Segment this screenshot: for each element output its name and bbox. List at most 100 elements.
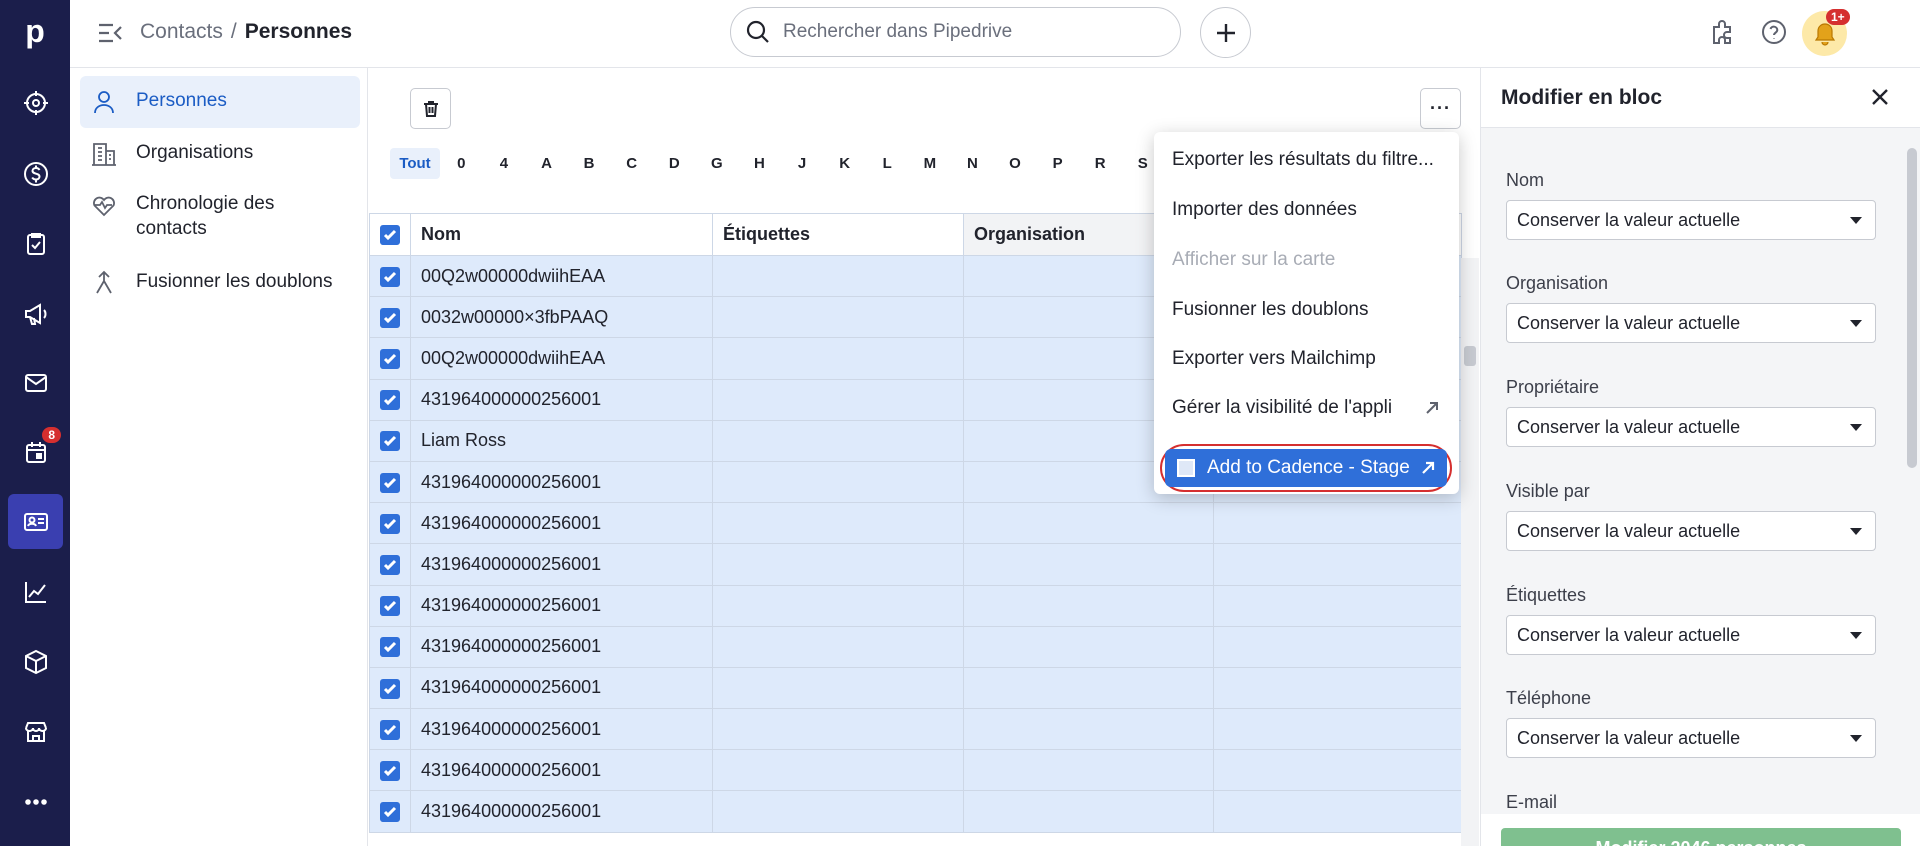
rail-leads-icon[interactable] xyxy=(8,75,63,130)
cell-nom[interactable]: 431964000000256001 xyxy=(410,378,713,421)
cell-nom[interactable]: 431964000000256001 xyxy=(410,625,713,668)
cell-nom[interactable]: Liam Ross xyxy=(410,419,713,462)
alpha-filter-letter[interactable]: K xyxy=(823,148,866,179)
alpha-filter-letter[interactable]: 4 xyxy=(483,148,526,179)
rail-contacts-icon[interactable] xyxy=(8,494,63,549)
menu-item-export-filter[interactable]: Exporter les résultats du filtre... xyxy=(1154,136,1459,184)
alpha-filter-letter[interactable]: D xyxy=(653,148,696,179)
alpha-filter-letter[interactable]: P xyxy=(1036,148,1079,179)
subnav-item-personnes[interactable]: Personnes xyxy=(80,76,360,128)
cell-nom[interactable]: 00Q2w00000dwiihEAA xyxy=(410,254,713,298)
alpha-filter-all[interactable]: Tout xyxy=(390,148,440,179)
help-icon[interactable] xyxy=(1758,16,1790,48)
row-checkbox[interactable] xyxy=(369,419,411,462)
table-row[interactable]: 431964000000256001 xyxy=(369,502,1462,545)
collapse-menu-icon[interactable] xyxy=(96,20,124,46)
column-header-etiquettes[interactable]: Étiquettes xyxy=(712,213,964,256)
row-checkbox[interactable] xyxy=(369,790,411,833)
table-scrollbar-thumb[interactable] xyxy=(1464,346,1476,366)
alpha-filter-letter[interactable]: O xyxy=(994,148,1037,179)
column-header-nom[interactable]: Nom xyxy=(410,213,713,256)
cell-nom[interactable]: 431964000000256001 xyxy=(410,502,713,545)
bulk-scrollbar-thumb[interactable] xyxy=(1907,148,1917,468)
select-all-checkbox[interactable] xyxy=(369,213,411,256)
bulk-scrollbar[interactable] xyxy=(1903,128,1920,814)
rail-campaigns-icon[interactable] xyxy=(8,286,63,341)
global-search[interactable] xyxy=(730,7,1181,57)
row-checkbox[interactable] xyxy=(369,749,411,792)
field-select[interactable]: Conserver la valeur actuelle xyxy=(1506,303,1876,343)
cell-nom[interactable]: 431964000000256001 xyxy=(410,543,713,586)
cell-nom[interactable]: 0032w00000×3fbPAAQ xyxy=(410,296,713,339)
menu-item-app-visibility[interactable]: Gérer la visibilité de l'appli xyxy=(1154,384,1459,432)
alpha-filter-letter[interactable]: G xyxy=(696,148,739,179)
menu-item-export-mailchimp[interactable]: Exporter vers Mailchimp xyxy=(1154,335,1459,383)
row-checkbox[interactable] xyxy=(369,543,411,586)
row-checkbox[interactable] xyxy=(369,254,411,298)
extensions-icon[interactable] xyxy=(1706,16,1738,48)
alpha-filter-letter[interactable]: N xyxy=(951,148,994,179)
breadcrumb-contacts[interactable]: Contacts xyxy=(140,20,223,43)
rail-mail-icon[interactable] xyxy=(8,355,63,410)
rail-more-icon[interactable] xyxy=(8,774,63,829)
row-checkbox[interactable] xyxy=(369,708,411,751)
menu-item-import[interactable]: Importer des données xyxy=(1154,186,1459,234)
row-checkbox[interactable] xyxy=(369,625,411,668)
cell-nom[interactable]: 431964000000256001 xyxy=(410,460,713,504)
row-checkbox[interactable] xyxy=(369,296,411,339)
alpha-filter-letter[interactable]: L xyxy=(866,148,909,179)
alpha-filter-letter[interactable]: H xyxy=(738,148,781,179)
delete-button[interactable] xyxy=(410,88,451,129)
notifications-button[interactable]: 1+ xyxy=(1802,9,1850,56)
alpha-filter-letter[interactable]: J xyxy=(781,148,824,179)
subnav-item-fusionner[interactable]: Fusionner les doublons xyxy=(80,257,360,309)
table-row[interactable]: 431964000000256001 xyxy=(369,666,1462,710)
row-checkbox[interactable] xyxy=(369,666,411,710)
field-select[interactable]: Conserver la valeur actuelle xyxy=(1506,718,1876,758)
alpha-filter-letter[interactable]: C xyxy=(610,148,653,179)
subnav-item-organisations[interactable]: Organisations xyxy=(80,128,360,180)
row-checkbox[interactable] xyxy=(369,584,411,627)
close-icon[interactable] xyxy=(1868,85,1894,111)
more-actions-button[interactable]: ··· xyxy=(1420,88,1461,129)
table-row[interactable]: 431964000000256001 xyxy=(369,584,1462,627)
rail-deals-icon[interactable] xyxy=(8,146,63,201)
field-select[interactable]: Conserver la valeur actuelle xyxy=(1506,407,1876,447)
rail-activities-icon[interactable] xyxy=(8,216,63,271)
rail-marketplace-icon[interactable] xyxy=(8,704,63,759)
rail-products-icon[interactable] xyxy=(8,634,63,689)
cell-nom[interactable]: 431964000000256001 xyxy=(410,708,713,751)
field-select[interactable]: Conserver la valeur actuelle xyxy=(1506,511,1876,551)
alpha-filter-letter[interactable]: 0 xyxy=(440,148,483,179)
menu-item-merge-duplicates[interactable]: Fusionner les doublons xyxy=(1154,286,1459,334)
alpha-filter-letter[interactable]: R xyxy=(1079,148,1122,179)
alpha-filter-letter[interactable]: M xyxy=(909,148,952,179)
alpha-filter-letter[interactable]: A xyxy=(525,148,568,179)
row-checkbox[interactable] xyxy=(369,337,411,380)
quick-add-button[interactable] xyxy=(1200,7,1251,58)
rail-insights-icon[interactable] xyxy=(8,564,63,619)
row-checkbox[interactable] xyxy=(369,502,411,545)
row-checkbox[interactable] xyxy=(369,378,411,421)
field-select[interactable]: Conserver la valeur actuelle xyxy=(1506,615,1876,655)
cell-nom[interactable]: 00Q2w00000dwiihEAA xyxy=(410,337,713,380)
bulk-submit-button[interactable]: Modifier 2046 personnes xyxy=(1501,828,1901,846)
menu-item-add-to-cadence[interactable]: Add to Cadence - Stage xyxy=(1165,449,1447,487)
table-row[interactable]: 431964000000256001 xyxy=(369,543,1462,586)
field-select[interactable]: Conserver la valeur actuelle xyxy=(1506,200,1876,240)
table-scrollbar[interactable] xyxy=(1461,258,1479,846)
cell-nom[interactable]: 431964000000256001 xyxy=(410,584,713,627)
alpha-filter-letter[interactable]: B xyxy=(568,148,611,179)
table-row[interactable]: 431964000000256001 xyxy=(369,625,1462,668)
row-checkbox[interactable] xyxy=(369,460,411,504)
table-row[interactable]: 431964000000256001 xyxy=(369,790,1462,833)
rail-calendar-icon[interactable]: 8 xyxy=(8,424,63,479)
table-row[interactable]: 431964000000256001 xyxy=(369,708,1462,751)
pipedrive-logo[interactable]: p xyxy=(0,0,70,62)
cell-nom[interactable]: 431964000000256001 xyxy=(410,790,713,833)
cell-nom[interactable]: 431964000000256001 xyxy=(410,666,713,710)
table-row[interactable]: 431964000000256001 xyxy=(369,749,1462,792)
cell-nom[interactable]: 431964000000256001 xyxy=(410,749,713,792)
search-input[interactable] xyxy=(783,21,1163,43)
subnav-item-chronologie[interactable]: Chronologie des contacts xyxy=(80,179,360,253)
